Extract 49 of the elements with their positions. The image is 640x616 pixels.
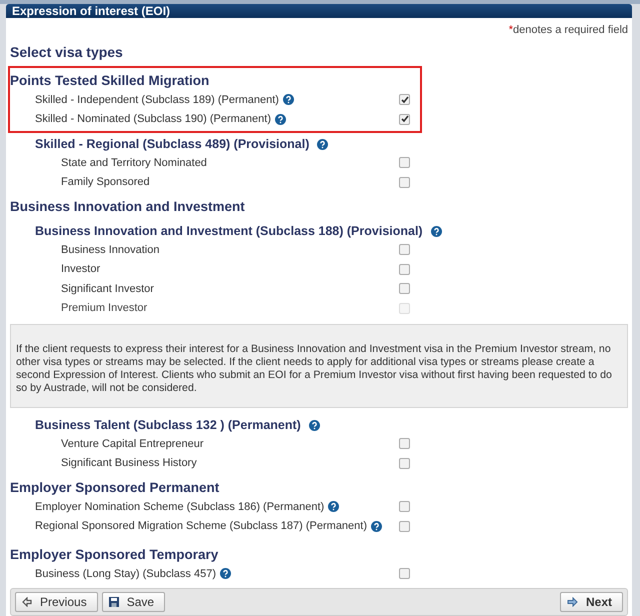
option-label: Employer Nomination Scheme (Subclass 186) (Permanent) [35, 500, 324, 513]
checkbox[interactable] [399, 520, 410, 532]
option-label: Significant Business History [61, 457, 197, 470]
subgroup-heading: Skilled - Regional (Subclass 489) (Provisional) [35, 136, 310, 153]
checkbox[interactable] [399, 438, 410, 450]
option-label: Family Sponsored [61, 176, 150, 188]
previous-button[interactable]: Previous [15, 592, 98, 612]
option-label: State and Territory Nominated [61, 156, 207, 169]
right-arrow-icon [566, 596, 578, 606]
option-label: Skilled - Nominated (Subclass 190) (Permanent) [35, 113, 271, 126]
help-icon[interactable] [282, 94, 294, 106]
checkbox[interactable] [399, 157, 410, 168]
help-icon[interactable] [328, 501, 340, 512]
section-heading: Employer Sponsored Temporary [10, 546, 220, 564]
section-heading: Employer Sponsored Permanent [10, 479, 220, 497]
option-label: Business (Long Stay) (Subclass 457) [35, 568, 216, 580]
subgroup-heading: Business Innovation and Investment (Subclass 188) (Provisional) [35, 223, 423, 240]
checkbox[interactable] [399, 264, 410, 275]
help-icon[interactable] [317, 138, 328, 150]
section-heading: Business Innovation and Investment [10, 198, 246, 216]
section-heading: Points Tested Skilled Migration [10, 72, 210, 90]
subgroup-heading: Business Talent (Subclass 132 ) (Permanent) [35, 417, 301, 434]
window-title: Expression of interest (EOI) [6, 4, 632, 18]
checkbox[interactable] [399, 568, 410, 580]
checkbox[interactable] [399, 94, 410, 106]
help-icon[interactable] [220, 568, 231, 580]
next-button[interactable]: Next [560, 592, 623, 612]
save-button[interactable]: Save [102, 592, 166, 612]
option-label: Premium Investor [61, 302, 148, 314]
checkbox[interactable] [399, 114, 410, 125]
info-notice: If the client requests to express their interest for a Business Innovation and Investment visa in the Premium Investor stream, no other visa types or streams may be selected. If the client needs to apply for additional visa types or streams please create a second Expression of Interest. Clients who submit an EOI for a Premium Investor visa without first having been requested to do so by Austrade, will not be considered. [10, 324, 628, 408]
left-arrow-icon [22, 596, 32, 606]
help-icon[interactable] [308, 420, 320, 430]
checkbox[interactable] [399, 176, 410, 188]
option-label: Business Innovation [61, 244, 160, 256]
option-label: Skilled - Independent (Subclass 189) (Permanent) [35, 94, 279, 106]
checkbox[interactable] [399, 244, 410, 256]
required-field-note: *denotes a required field [508, 24, 628, 36]
help-icon[interactable] [371, 520, 382, 532]
page-heading: Select visa types [10, 44, 124, 60]
checkbox[interactable] [399, 501, 410, 512]
option-label: Regional Sponsored Migration Scheme (Subclass 187) (Permanent) [35, 520, 368, 532]
help-icon[interactable] [430, 226, 442, 236]
checkbox[interactable] [399, 283, 410, 294]
option-label: Venture Capital Entrepreneur [61, 438, 204, 450]
help-icon[interactable] [275, 114, 286, 125]
option-label: Significant Investor [61, 282, 154, 295]
option-label: Investor [61, 263, 100, 276]
checkbox[interactable] [399, 458, 410, 469]
